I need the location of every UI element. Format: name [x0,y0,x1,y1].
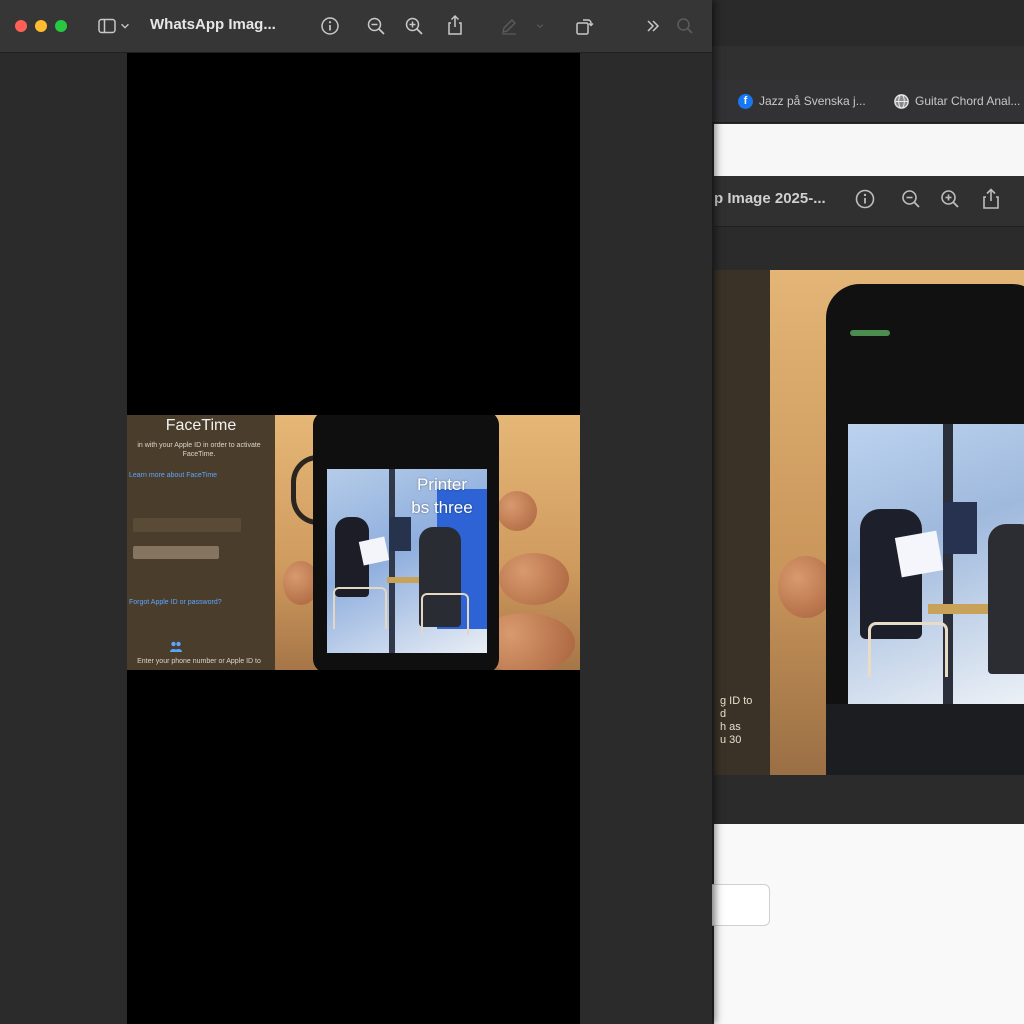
background-browser-window: f Jazz på Svenska j... Guitar Chord Anal… [700,0,1024,1024]
phone-status-indicator [850,330,890,336]
zoom-out-icon[interactable] [900,188,922,210]
facebook-icon: f [738,93,753,109]
caption-line: Printer [416,475,468,494]
background-preview-toolbar: p Image 2025-... [714,176,1024,227]
side-text: g ID to [720,695,753,707]
side-text: u 30 [720,734,742,746]
search-icon[interactable] [673,14,697,38]
zoom-in-icon[interactable] [939,188,961,210]
facetime-learn-more-link: Learn more about FaceTime [129,472,218,479]
video-caption: Printer bs three [387,473,487,519]
share-icon[interactable] [443,13,467,37]
zoom-in-icon[interactable] [402,14,426,38]
side-text: d [720,708,727,720]
phone [826,284,1024,775]
sidebar-icon[interactable] [95,14,119,38]
bookmark-item[interactable]: f Jazz på Svenska j... [738,92,866,110]
background-zoomed-photo: g ID to d h as u 30 [714,270,1024,775]
window-title: WhatsApp Imag... [150,16,276,33]
phone-bottom [826,704,1024,775]
chevron-double-right-icon[interactable] [641,14,665,38]
phone: Printer bs three [313,415,499,670]
facetime-forgot-link: Forgot Apple ID or password? [129,599,222,606]
bookmark-label: Guitar Chord Anal... [915,94,1021,108]
bookmark-item[interactable]: Guitar Chord Anal... [894,92,1020,110]
image-canvas: FaceTime in with your Apple ID in order … [127,53,580,1024]
caption-line: bs three [411,498,473,517]
facetime-signin-button [133,546,219,559]
info-icon[interactable] [318,14,342,38]
title-bar: WhatsApp Imag... [0,0,712,53]
background-preview-title: p Image 2025-... [714,190,826,207]
facetime-title: FaceTime [165,417,237,434]
rotate-icon[interactable] [572,14,596,38]
paper [943,502,977,554]
maximize-button[interactable] [55,20,67,32]
paper [389,517,411,551]
facetime-signin-panel: FaceTime in with your Apple ID in order … [127,415,275,670]
chair [421,593,469,635]
people-icon [169,641,183,653]
facetime-appleid-field [133,518,241,532]
photo: FaceTime in with your Apple ID in order … [127,415,580,670]
paper [894,530,944,578]
finger [499,553,569,605]
finger [497,491,537,531]
person-silhouette [988,524,1024,674]
chevron-down-icon[interactable] [118,14,132,38]
phone-screen [848,424,1024,704]
preview-window: WhatsApp Imag... FaceTime in with your A… [0,0,712,1024]
browser-page-content [714,124,1024,176]
share-icon[interactable] [980,187,1002,211]
side-text: h as [720,721,741,733]
minimize-button[interactable] [35,20,47,32]
chair [868,622,948,677]
phone-screen: Printer bs three [327,469,487,653]
paper [358,536,390,566]
globe-icon [894,93,909,109]
browser-tab-bar [700,0,1024,47]
info-icon[interactable] [854,188,876,210]
facetime-signin-text: in with your Apple ID in order to activa… [137,442,261,458]
markup-pen-icon[interactable] [497,14,521,38]
chevron-down-icon[interactable] [533,14,547,38]
chair [333,587,387,629]
facetime-phone-note: Enter your phone number or Apple ID to [137,658,261,665]
zoom-out-icon[interactable] [364,14,388,38]
photo-side-panel: g ID to d h as u 30 [714,270,770,775]
bookmark-label: Jazz på Svenska j... [759,94,866,108]
browser-toolbar [700,46,1024,80]
close-button[interactable] [15,20,27,32]
